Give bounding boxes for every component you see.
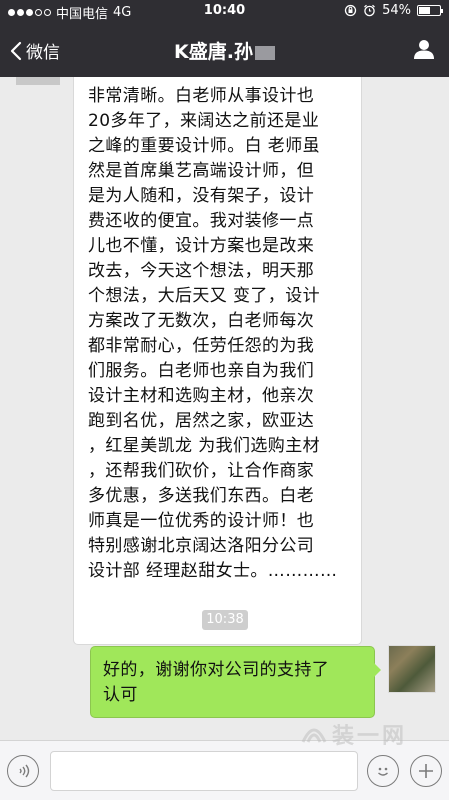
my-avatar[interactable] <box>388 645 436 693</box>
contact-avatar[interactable] <box>16 77 60 85</box>
watermark-text: 装一网 <box>332 724 408 749</box>
voice-icon <box>19 764 30 778</box>
redacted-block <box>254 45 275 60</box>
voice-button[interactable] <box>7 755 39 787</box>
profile-button[interactable] <box>413 38 435 64</box>
rotation-lock-icon <box>344 4 357 17</box>
battery-percent: 54% <box>382 3 411 18</box>
nav-bar: 微信 K盛唐.孙 <box>0 22 449 77</box>
message-timestamp: 10:38 <box>202 610 248 630</box>
more-button[interactable] <box>410 755 442 787</box>
watermark-logo-icon <box>301 728 327 743</box>
outgoing-message-text: 好的，谢谢你对公司的支持了 认可 <box>103 660 330 705</box>
watermark: 装一网 <box>300 718 407 750</box>
emoji-button[interactable] <box>367 755 399 787</box>
outgoing-message-bubble[interactable]: 好的，谢谢你对公司的支持了 认可 <box>90 646 381 718</box>
chat-title-text: K盛唐.孙 <box>174 41 253 63</box>
incoming-message-text: 非常清晰。白老师从事设计也 20多年了，来阔达之前还是业 之峰的重要设计师。白 … <box>88 86 338 581</box>
chat-title: K盛唐.孙 <box>0 37 449 64</box>
person-icon <box>414 40 434 59</box>
chat-area[interactable]: 非常清晰。白老师从事设计也 20多年了，来阔达之前还是业 之峰的重要设计师。白 … <box>0 77 449 740</box>
alarm-icon <box>364 4 375 17</box>
emoji-icon <box>378 767 388 776</box>
battery-fill <box>419 7 430 14</box>
message-input[interactable] <box>50 751 358 791</box>
plus-icon <box>419 764 433 778</box>
status-bar: 中国电信 4G 10:40 54% <box>0 0 449 22</box>
status-right: 54% <box>344 3 443 18</box>
incoming-message-bubble[interactable]: 非常清晰。白老师从事设计也 20多年了，来阔达之前还是业 之峰的重要设计师。白 … <box>73 77 362 645</box>
battery-icon <box>417 5 443 16</box>
